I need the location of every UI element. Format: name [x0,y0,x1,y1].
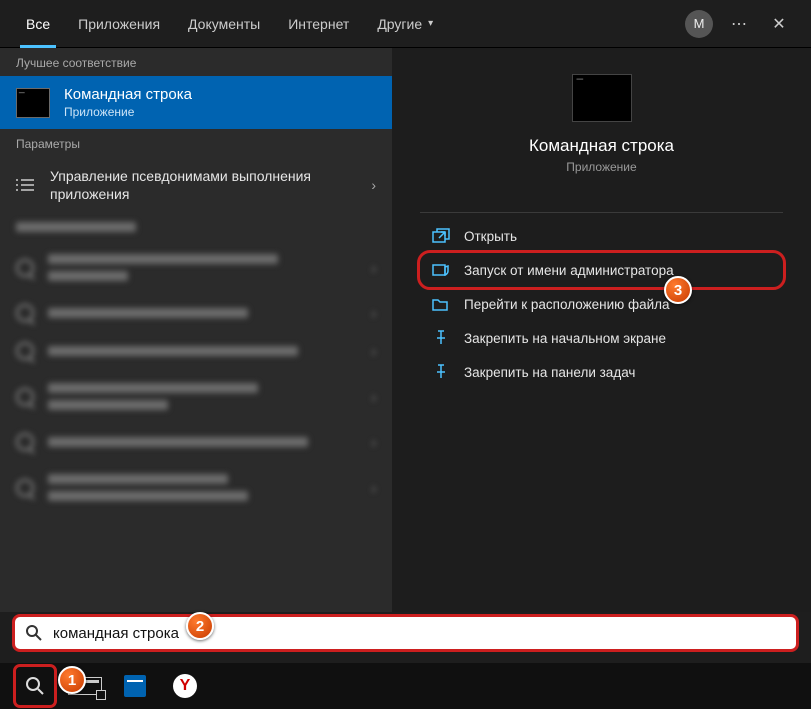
yandex-icon: Y [173,674,197,698]
preview-actions: Открыть Запуск от имени администратора П… [392,212,811,389]
results-panel: Лучшее соответствие Командная строка При… [0,48,392,612]
action-run-as-admin-label: Запуск от имени администратора [464,263,674,278]
settings-header: Параметры [0,129,392,157]
action-open[interactable]: Открыть [420,219,783,253]
cmd-icon [16,88,50,118]
taskbar-search-button[interactable] [12,663,58,709]
more-options-button[interactable]: ⋯ [719,4,759,44]
result-title: Командная строка [64,86,192,103]
calendar-icon [124,675,146,697]
filter-tab-bar: Все Приложения Документы Интернет Другие… [0,0,811,48]
pin-taskbar-icon [432,364,450,380]
pin-start-icon [432,330,450,346]
best-match-result[interactable]: Командная строка Приложение [0,76,392,129]
tab-other-label: Другие [377,16,422,32]
tab-other[interactable]: Другие ▾ [363,0,447,48]
settings-alias-item[interactable]: Управление псевдонимами выполнения прило… [0,157,392,213]
action-open-file-location[interactable]: Перейти к расположению файла [420,287,783,321]
blurred-section-header [0,213,392,241]
user-avatar[interactable]: М [679,4,719,44]
action-run-as-admin[interactable]: Запуск от имени администратора [420,253,783,287]
chevron-right-icon: › [371,177,376,193]
tab-all[interactable]: Все [12,0,64,48]
annotation-badge-3: 3 [664,276,692,304]
tab-apps[interactable]: Приложения [64,0,174,48]
close-icon: ✕ [772,14,785,34]
action-pin-to-taskbar[interactable]: Закрепить на панели задач [420,355,783,389]
ellipsis-icon: ⋯ [731,14,747,34]
main-area: Лучшее соответствие Командная строка При… [0,48,811,612]
preview-title: Командная строка [529,136,674,156]
taskbar-calendar-button[interactable] [112,663,158,709]
action-pin-to-start[interactable]: Закрепить на начальном экране [420,321,783,355]
taskbar-yandex-button[interactable]: Y [162,663,208,709]
search-box[interactable] [12,614,799,652]
settings-alias-label: Управление псевдонимами выполнения прило… [50,167,357,203]
open-icon [432,228,450,244]
tab-web[interactable]: Интернет [274,0,363,48]
avatar-circle: М [685,10,713,38]
preview-panel: Командная строка Приложение Открыть Запу… [392,48,811,612]
search-window: Все Приложения Документы Интернет Другие… [0,0,811,709]
annotation-badge-1: 1 [58,666,86,694]
list-icon [16,178,36,192]
best-match-header: Лучшее соответствие [0,48,392,76]
preview-subtitle: Приложение [566,160,636,174]
blurred-results: › › › › › › [0,241,392,612]
tab-documents[interactable]: Документы [174,0,274,48]
action-open-file-location-label: Перейти к расположению файла [464,297,670,312]
annotation-badge-2: 2 [186,612,214,640]
action-pin-to-taskbar-label: Закрепить на панели задач [464,365,635,380]
action-open-label: Открыть [464,229,517,244]
action-pin-to-start-label: Закрепить на начальном экране [464,331,666,346]
taskbar: Y [0,663,811,709]
search-icon [25,624,43,642]
shield-icon [432,262,450,278]
chevron-down-icon: ▾ [428,18,433,29]
result-subtitle: Приложение [64,105,192,119]
preview-cmd-icon [572,74,632,122]
search-input[interactable] [53,625,786,642]
folder-icon [432,296,450,312]
close-button[interactable]: ✕ [759,4,799,44]
